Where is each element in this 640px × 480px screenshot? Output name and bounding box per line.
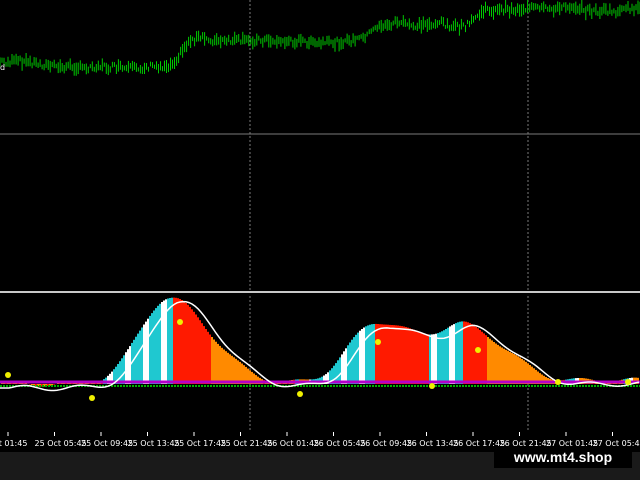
watermark: www.mt4.shop <box>494 446 632 468</box>
price-chart-svg[interactable]: d Oct 01:4525 Oct 05:4525 Oct 09:4525 Oc… <box>0 0 640 480</box>
time-tick-label: Oct 01:45 <box>0 439 27 448</box>
signal-dot <box>89 395 95 401</box>
signal-dot <box>297 391 303 397</box>
chart-window[interactable]: d Oct 01:4525 Oct 05:4525 Oct 09:4525 Oc… <box>0 0 640 480</box>
time-tick-label: 26 Oct 01:45 <box>267 439 319 448</box>
time-tick-label: 26 Oct 05:45 <box>314 439 366 448</box>
signal-dot <box>5 372 11 378</box>
main-chart-label: d <box>0 63 5 72</box>
time-tick-label: 25 Oct 13:45 <box>128 439 180 448</box>
time-tick-label: 26 Oct 09:45 <box>360 439 412 448</box>
signal-dot <box>625 379 631 385</box>
time-tick-label: 25 Oct 05:45 <box>35 439 87 448</box>
time-tick-label: 25 Oct 17:45 <box>174 439 226 448</box>
time-tick-label: 25 Oct 21:45 <box>221 439 273 448</box>
time-tick-label: 25 Oct 09:45 <box>81 439 133 448</box>
signal-dot <box>429 383 435 389</box>
signal-dot <box>375 339 381 345</box>
signal-dot <box>177 319 183 325</box>
signal-dot <box>555 379 561 385</box>
signal-dot <box>475 347 481 353</box>
time-tick-label: 26 Oct 13:45 <box>407 439 459 448</box>
